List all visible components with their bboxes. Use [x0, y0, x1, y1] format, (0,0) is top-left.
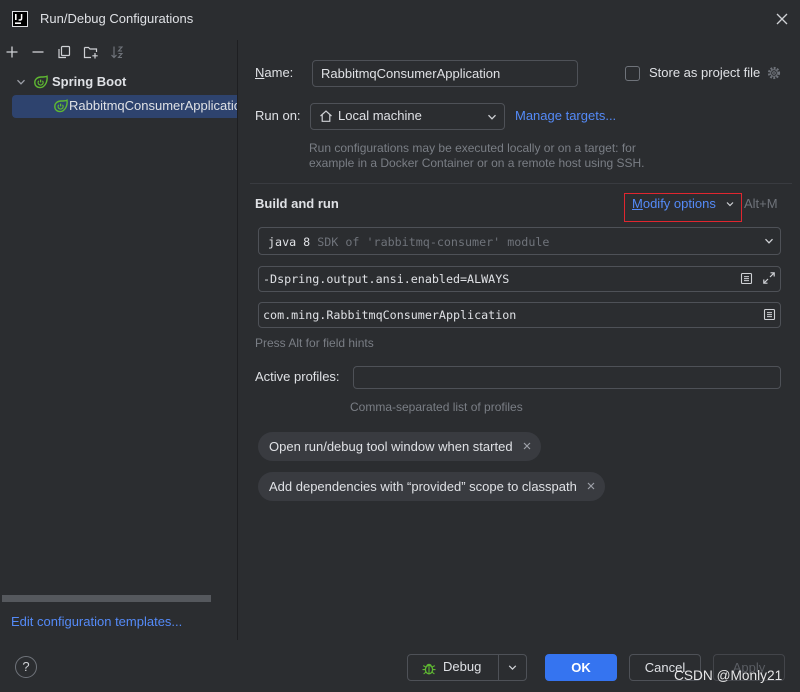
copy-icon[interactable]	[57, 45, 71, 59]
main-class-field[interactable]	[258, 302, 781, 328]
watermark: CSDN @Monly21	[674, 668, 783, 683]
tree-group-spring-boot[interactable]: Spring Boot	[12, 71, 237, 94]
sdk-value: java 8 SDK of 'rabbitmq-consumer' module	[268, 234, 549, 250]
run-on-hint-line-2: example in a Docker Container or on a re…	[309, 156, 645, 170]
intellij-icon	[12, 11, 28, 27]
build-and-run-title: Build and run	[255, 196, 339, 211]
close-icon[interactable]	[775, 12, 789, 26]
active-profiles-hint: Comma-separated list of profiles	[350, 400, 523, 414]
option-chip: Open run/debug tool window when started	[258, 432, 541, 461]
window-title: Run/Debug Configurations	[40, 11, 194, 26]
edit-templates-link[interactable]: Edit configuration templates...	[11, 614, 182, 630]
run-on-label: Run on:	[255, 108, 301, 123]
store-as-project-file-label[interactable]: Store as project file	[649, 65, 760, 81]
run-on-hint-line-1: Run configurations may be executed local…	[309, 141, 636, 155]
section-separator	[250, 183, 792, 184]
gear-icon[interactable]	[767, 66, 781, 80]
modify-options-link[interactable]: Modify options	[632, 196, 716, 212]
sdk-select[interactable]: java 8 SDK of 'rabbitmq-consumer' module	[258, 227, 781, 255]
spring-boot-icon	[33, 74, 49, 90]
horizontal-scrollbar[interactable]	[2, 595, 211, 602]
spring-boot-icon	[53, 98, 69, 114]
new-folder-icon[interactable]	[83, 45, 99, 59]
home-icon	[319, 109, 333, 123]
minus-icon[interactable]	[31, 45, 45, 59]
active-profiles-label: Active profiles:	[255, 369, 340, 384]
modify-options-shortcut: Alt+M	[744, 196, 778, 211]
debug-label: Debug	[443, 659, 482, 674]
vm-options-field[interactable]	[258, 266, 781, 292]
sdk-version: java 8	[268, 235, 311, 249]
plus-icon[interactable]	[5, 45, 19, 59]
chevron-down-icon	[763, 235, 775, 247]
document-icon[interactable]	[740, 272, 753, 285]
bug-icon	[421, 660, 437, 676]
expand-icon[interactable]	[762, 271, 776, 285]
document-icon[interactable]	[763, 308, 776, 321]
name-label: Name:	[255, 65, 294, 80]
manage-targets-link[interactable]: Manage targets...	[515, 108, 616, 124]
debug-button[interactable]: Debug	[407, 654, 527, 681]
split-divider	[498, 655, 499, 680]
sort-icon[interactable]	[110, 45, 124, 59]
run-on-value: Local machine	[338, 108, 422, 123]
ok-button[interactable]: OK	[545, 654, 617, 681]
run-on-select[interactable]: Local machine	[310, 103, 505, 130]
name-field[interactable]	[312, 60, 578, 87]
panel-splitter[interactable]	[237, 40, 238, 640]
option-chip: Add dependencies with “provided” scope t…	[258, 472, 605, 501]
tree-item-selected[interactable]: RabbitmqConsumerApplication	[12, 95, 237, 118]
sdk-description: SDK of 'rabbitmq-consumer' module	[317, 235, 550, 249]
store-as-project-file-checkbox[interactable]	[625, 66, 640, 81]
option-chip-label: Open run/debug tool window when started	[269, 439, 513, 454]
active-profiles-field[interactable]	[353, 366, 781, 389]
remove-option-icon[interactable]	[586, 479, 596, 494]
chevron-down-icon	[486, 111, 498, 123]
tree-item-label: RabbitmqConsumerApplication	[69, 98, 237, 113]
chevron-down-icon[interactable]	[725, 199, 735, 209]
tree-group-label: Spring Boot	[52, 74, 127, 89]
field-hint: Press Alt for field hints	[255, 336, 374, 350]
option-chip-label: Add dependencies with “provided” scope t…	[269, 479, 577, 494]
help-icon[interactable]: ?	[15, 656, 37, 678]
remove-option-icon[interactable]	[522, 439, 532, 454]
debug-dropdown-chevron-icon[interactable]	[507, 662, 518, 673]
chevron-down-icon[interactable]	[15, 76, 27, 88]
